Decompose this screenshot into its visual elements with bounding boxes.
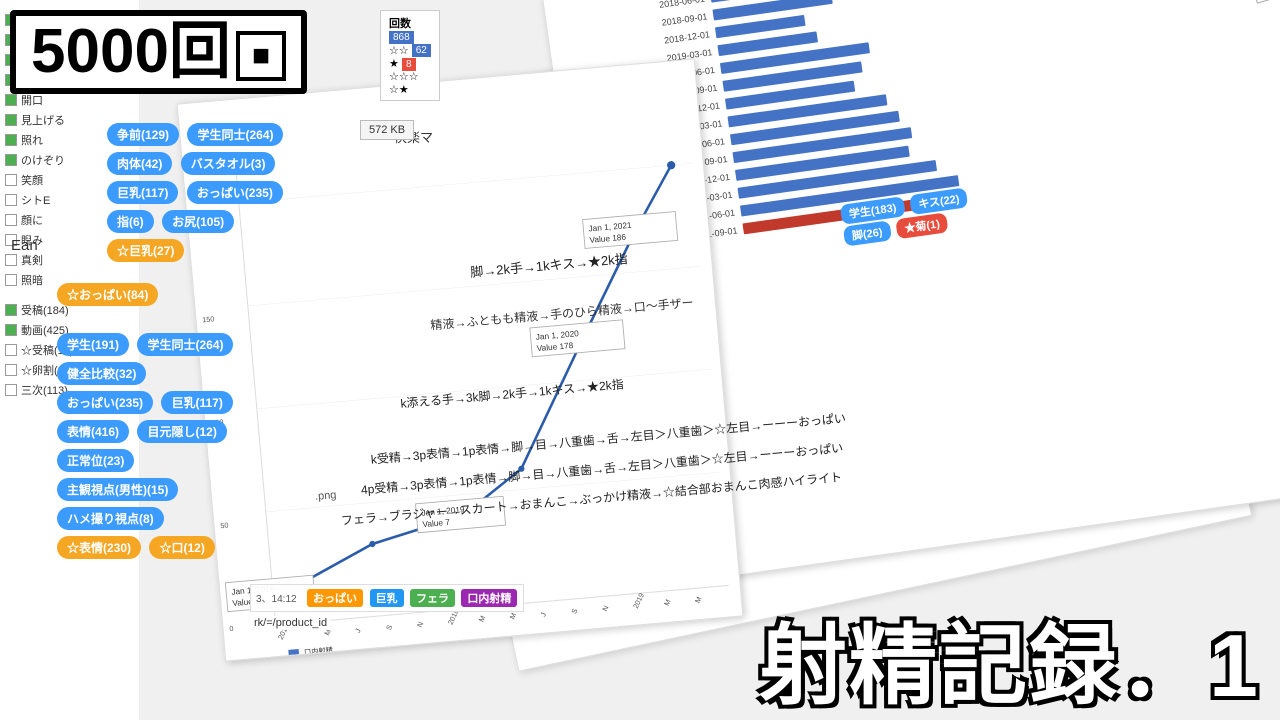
checkbox-照れ[interactable]: [5, 134, 17, 146]
url-bar[interactable]: rk/=/product_id: [250, 616, 331, 630]
tag-学生1[interactable]: 学生(191): [57, 333, 129, 356]
checkbox-見上げる[interactable]: [5, 114, 17, 126]
value-annotation-2021: 2021-10-0 Value: 154: [1246, 0, 1280, 4]
checkbox-のけぞり[interactable]: [5, 154, 17, 166]
file-size-box: 572 KB: [360, 120, 414, 140]
tag-正常位[interactable]: 正常位(23): [57, 449, 134, 472]
tag-争前[interactable]: 争前(129): [107, 123, 179, 146]
tag-おっぱい-star[interactable]: ☆おっぱい(84): [57, 283, 158, 306]
ean-text: Ean: [11, 237, 38, 254]
svg-text:N: N: [600, 604, 610, 613]
svg-text:M: M: [662, 598, 673, 607]
tag-巨乳-star[interactable]: ☆巨乳(27): [107, 239, 184, 262]
title-box-icon: ■: [236, 31, 286, 81]
checkbox-開口[interactable]: [5, 94, 17, 106]
count-868: 868: [389, 31, 431, 44]
btag-フェラ[interactable]: フェラ: [410, 589, 455, 607]
tag-学生同士2[interactable]: 学生同士(264): [137, 333, 233, 356]
checkbox-真剣[interactable]: [5, 254, 17, 266]
btag-巨乳[interactable]: 巨乳: [370, 589, 404, 607]
main-title: 射精記録．1: [759, 622, 1260, 710]
tag-巨乳1[interactable]: 巨乳(117): [107, 181, 178, 204]
file-count-box: 回数 868 ☆☆ 62 ★ 8 ☆☆☆ ☆★: [380, 10, 440, 101]
file-size-text: 572 KB: [369, 124, 405, 136]
checkbox-卵割2[interactable]: [5, 364, 17, 376]
svg-text:J: J: [538, 611, 548, 618]
svg-text:0: 0: [229, 624, 234, 633]
svg-text:M: M: [693, 595, 704, 604]
count-stars3: ☆☆☆: [389, 70, 431, 83]
svg-text:S: S: [569, 607, 579, 615]
tag-表情[interactable]: 表情(416): [57, 420, 129, 443]
count-62: ☆☆ 62: [389, 44, 431, 57]
svg-text:N: N: [415, 620, 425, 629]
checkbox-顔に[interactable]: [5, 214, 17, 226]
checkbox-笑顔[interactable]: [5, 174, 17, 186]
count-row: 回数: [389, 15, 431, 31]
svg-text:J: J: [353, 627, 363, 634]
tag-お尻[interactable]: お尻(105): [162, 210, 234, 233]
tag-表情-star[interactable]: ☆表情(230): [57, 536, 141, 559]
svg-text:M: M: [477, 614, 488, 623]
checkbox-受稿[interactable]: [5, 304, 17, 316]
checkbox-受稿2[interactable]: [5, 344, 17, 356]
checkbox-シトE[interactable]: [5, 194, 17, 206]
btag-口内射精[interactable]: 口内射精: [461, 589, 517, 607]
svg-text:S: S: [384, 623, 394, 631]
count-starstar: ☆★: [389, 83, 431, 96]
tag-口-star[interactable]: ☆口(12): [149, 536, 214, 559]
tag-ハメ撮り[interactable]: ハメ撮り視点(8): [57, 507, 164, 530]
count-star: ★ 8: [389, 57, 431, 70]
tag-巨乳2[interactable]: 巨乳(117): [161, 391, 232, 414]
title-5000: 5000回■: [10, 10, 307, 94]
tag-健全比較[interactable]: 健全比較(32): [57, 362, 146, 385]
tag-肉体[interactable]: 肉体(42): [107, 152, 172, 175]
checkbox-動画[interactable]: [5, 324, 17, 336]
tag-主観視点[interactable]: 主観視点(男性)(15): [57, 478, 178, 501]
tags-area-mid: ☆おっぱい(84): [55, 280, 355, 309]
svg-text:150: 150: [202, 314, 215, 324]
tag-おっぱい1[interactable]: おっぱい(235): [187, 181, 283, 204]
title-text: 5000回: [31, 17, 231, 86]
bottom-tag-strip: 3、14:12 おっぱい 巨乳 フェラ 口内射精: [250, 584, 524, 612]
btag-おっぱい[interactable]: おっぱい: [307, 589, 363, 607]
tags-area-top: 争前(129) 学生同士(264) 肉体(42) バスタオル(3) 巨乳(117…: [105, 120, 405, 265]
tags-area-mid2: 学生(191) 学生同士(264) 健全比較(32) おっぱい(235) 巨乳(…: [55, 330, 355, 562]
png-label: .png: [315, 489, 337, 503]
tag-バスタオル[interactable]: バスタオル(3): [181, 152, 276, 175]
svg-text:M: M: [508, 611, 519, 620]
tag-学生同士1[interactable]: 学生同士(264): [187, 123, 283, 146]
tag-目元隠し[interactable]: 目元隠し(12): [137, 420, 226, 443]
tag-おっぱい2[interactable]: おっぱい(235): [57, 391, 153, 414]
checkbox-三次[interactable]: [5, 384, 17, 396]
datetime-text: 3、14:12: [256, 594, 297, 605]
checkbox-照暗[interactable]: [5, 274, 17, 286]
tag-指[interactable]: 指(6): [107, 210, 154, 233]
